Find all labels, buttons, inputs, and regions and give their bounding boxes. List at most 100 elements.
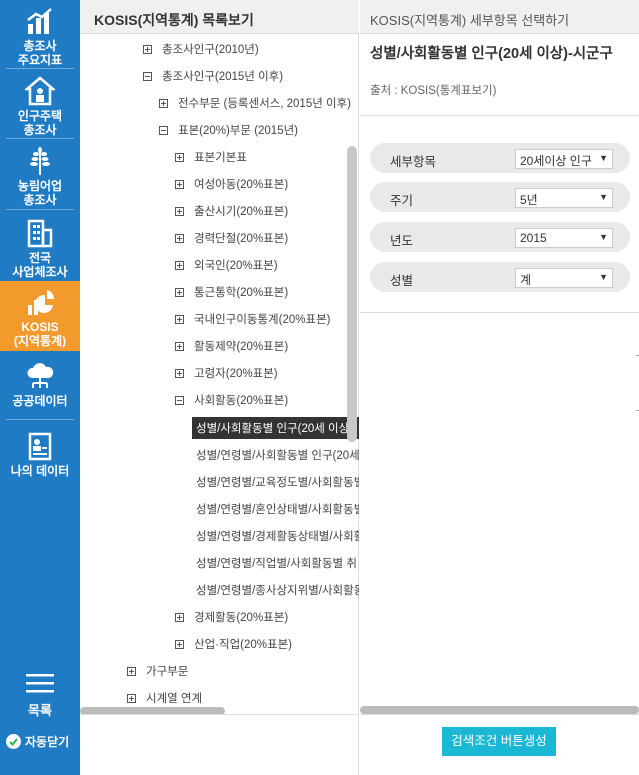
tree-item-label: 성별/연령별/직업별/사회활동별 취 bbox=[196, 558, 357, 570]
building-icon bbox=[27, 219, 53, 248]
nav-item-business-survey[interactable]: 전국 사업체조사 bbox=[0, 212, 80, 279]
tree-leaf-item[interactable]: 성별/연령별/경제활동상태별/사회활 bbox=[196, 525, 359, 547]
hamburger-icon bbox=[26, 674, 54, 693]
tree-leaf-item[interactable]: 성별/연령별/혼인상태별/사회활동별 bbox=[196, 498, 359, 520]
nav-label: KOSIS (지역통계) bbox=[13, 320, 67, 348]
generate-search-button[interactable]: 검색조건 버튼생성 bbox=[442, 727, 556, 756]
field-label: 년도 bbox=[390, 234, 414, 248]
check-icon bbox=[6, 734, 21, 749]
period-select[interactable]: 5년 ▼ bbox=[515, 188, 613, 208]
tree-folder-item[interactable]: 표본(20%)부문 (2015년) bbox=[159, 119, 298, 141]
nav-item-my-data[interactable]: 나의 데이터 bbox=[0, 425, 80, 491]
collapse-icon[interactable] bbox=[175, 395, 184, 405]
tree-folder-item[interactable]: 여성아동(20%표본) bbox=[175, 173, 288, 195]
tree-folder-item[interactable]: 전수부문 (등록센서스, 2015년 이후) bbox=[159, 92, 351, 114]
cloud-network-icon bbox=[27, 363, 54, 388]
tree-folder-item[interactable]: 국내인구이동통계(20%표본) bbox=[175, 308, 330, 330]
list-menu-button[interactable]: 목록 bbox=[0, 672, 80, 719]
expand-icon[interactable] bbox=[175, 287, 184, 297]
tree-folder-item[interactable]: 출산시기(20%표본) bbox=[175, 200, 288, 222]
expand-icon[interactable] bbox=[175, 341, 184, 351]
nav-label: 농림어업 총조사 bbox=[17, 179, 63, 207]
tree-item-label: 여성아동(20%표본) bbox=[194, 179, 289, 191]
gender-select[interactable]: 계 ▼ bbox=[515, 268, 613, 288]
wheat-icon bbox=[30, 147, 50, 175]
tree-leaf-item[interactable]: 성별/연령별/교육정도별/사회활동별 bbox=[196, 471, 359, 493]
tree-folder-item[interactable]: 총조사인구(2015년 이후) bbox=[143, 65, 283, 87]
tree-vertical-scrollbar[interactable] bbox=[347, 146, 357, 442]
expand-icon[interactable] bbox=[175, 233, 184, 243]
tree-folder-item[interactable]: 경력단절(20%표본) bbox=[175, 227, 288, 249]
detail-item-select[interactable]: 20세이상 인구 ▼ bbox=[515, 149, 613, 169]
tree-folder-item[interactable]: 총조사인구(2010년) bbox=[143, 38, 259, 60]
tree-item-label: 성별/연령별/종사상지위별/사회활동 bbox=[196, 585, 359, 597]
source-link[interactable]: 출처 : KOSIS(통계표보기) bbox=[370, 82, 496, 98]
tree-item-label: 가구부문 bbox=[146, 666, 189, 678]
dropdown-arrow-icon: ▼ bbox=[597, 272, 608, 282]
nav-label: 공공데이터 bbox=[12, 394, 68, 408]
detail-horizontal-scrollbar[interactable] bbox=[360, 706, 639, 714]
nav-item-census-indicators[interactable]: 총조사 주요지표 bbox=[0, 0, 80, 67]
tree-item-label: 성별/연령별/경제활동상태별/사회활 bbox=[196, 531, 359, 543]
field-year: 년도 2015 ▼ bbox=[370, 222, 630, 252]
tree-leaf-item[interactable]: 성별/연령별/직업별/사회활동별 취 bbox=[196, 552, 357, 574]
expand-icon[interactable] bbox=[175, 179, 184, 189]
tree-panel: KOSIS(지역통계) 목록보기 총조사인구(2010년) 총조사인구(2015년… bbox=[80, 0, 359, 775]
expand-icon[interactable] bbox=[127, 666, 136, 676]
expand-icon[interactable] bbox=[175, 206, 184, 216]
detail-panel-header: KOSIS(지역통계) 세부항목 선택하기 bbox=[360, 0, 639, 34]
year-select[interactable]: 2015 ▼ bbox=[515, 228, 613, 248]
tree-item-label: 산업·직업(20%표본) bbox=[194, 639, 292, 651]
expand-icon[interactable] bbox=[175, 260, 184, 270]
nav-item-public-data[interactable]: 공공데이터 bbox=[0, 355, 80, 421]
tree-folder-item[interactable]: 표본기본표 bbox=[175, 146, 247, 168]
left-navigation: 총조사 주요지표 인구주택 총조사 농림어업 총조사 전국 사업체조사 KOSI… bbox=[0, 0, 80, 775]
tree-folder-item[interactable]: 경제활동(20%표본) bbox=[175, 606, 288, 628]
user-document-icon bbox=[28, 432, 52, 461]
tree-item-label: 성별/연령별/사회활동별 인구(20세 bbox=[196, 450, 359, 462]
tree-folder-item[interactable]: 산업·직업(20%표본) bbox=[175, 633, 292, 655]
tree-item-label: 총조사인구(2015년 이후) bbox=[162, 71, 284, 83]
field-label: 주기 bbox=[390, 194, 414, 208]
dropdown-arrow-icon: ▼ bbox=[597, 232, 608, 242]
expand-icon[interactable] bbox=[175, 368, 184, 378]
expand-icon[interactable] bbox=[159, 98, 168, 108]
collapse-icon[interactable] bbox=[143, 71, 152, 81]
expand-icon[interactable] bbox=[175, 639, 184, 649]
tree-item-selected[interactable]: 성별/사회활동별 인구(20세 이상)- bbox=[192, 417, 359, 439]
tree-item-label: 고령자(20%표본) bbox=[194, 368, 278, 380]
bar-chart-icon bbox=[27, 8, 52, 34]
expand-icon[interactable] bbox=[175, 314, 184, 324]
auto-close-toggle[interactable]: 자동닫기 bbox=[6, 733, 80, 750]
nav-item-population-housing[interactable]: 인구주택 총조사 bbox=[0, 70, 80, 137]
tree-item-label: 출산시기(20%표본) bbox=[194, 206, 289, 218]
tree-folder-item[interactable]: 시계열 연계 bbox=[127, 687, 202, 708]
tree-item-label: 성별/사회활동별 인구(20세 이상)- bbox=[196, 423, 357, 435]
nav-item-agriculture[interactable]: 농림어업 총조사 bbox=[0, 140, 80, 207]
field-label: 세부항목 bbox=[390, 155, 437, 169]
tree-item-label: 외국인(20%표본) bbox=[194, 260, 278, 272]
collapse-icon[interactable] bbox=[159, 125, 168, 135]
field-detail-item: 세부항목 20세이상 인구 ▼ bbox=[370, 143, 630, 173]
expand-icon[interactable] bbox=[143, 44, 152, 54]
tree-item-label: 표본기본표 bbox=[194, 152, 247, 164]
tree-folder-item[interactable]: 고령자(20%표본) bbox=[175, 362, 278, 384]
nav-item-kosis[interactable]: KOSIS (지역통계) bbox=[0, 281, 80, 351]
tree-item-label: 경제활동(20%표본) bbox=[194, 612, 289, 624]
house-person-icon bbox=[25, 76, 55, 106]
tree-folder-item[interactable]: 통근통학(20%표본) bbox=[175, 281, 288, 303]
tree-folder-item[interactable]: 사회활동(20%표본) bbox=[175, 389, 288, 411]
field-gender: 성별 계 ▼ bbox=[370, 262, 630, 292]
expand-icon[interactable] bbox=[175, 612, 184, 622]
tree-item-label: 경력단절(20%표본) bbox=[194, 233, 289, 245]
nav-label: 나의 데이터 bbox=[10, 464, 70, 478]
tree-folder-item[interactable]: 활동제약(20%표본) bbox=[175, 335, 288, 357]
expand-icon[interactable] bbox=[175, 152, 184, 162]
tree-leaf-item[interactable]: 성별/연령별/사회활동별 인구(20세 bbox=[196, 444, 359, 466]
tree-leaf-item[interactable]: 성별/연령별/종사상지위별/사회활동 bbox=[196, 579, 359, 601]
expand-icon[interactable] bbox=[127, 693, 136, 703]
dropdown-arrow-icon: ▼ bbox=[597, 153, 608, 163]
tree-folder-item[interactable]: 가구부문 bbox=[127, 660, 188, 682]
tree-folder-item[interactable]: 외국인(20%표본) bbox=[175, 254, 278, 276]
tree-item-label: 성별/연령별/혼인상태별/사회활동별 bbox=[196, 504, 359, 516]
